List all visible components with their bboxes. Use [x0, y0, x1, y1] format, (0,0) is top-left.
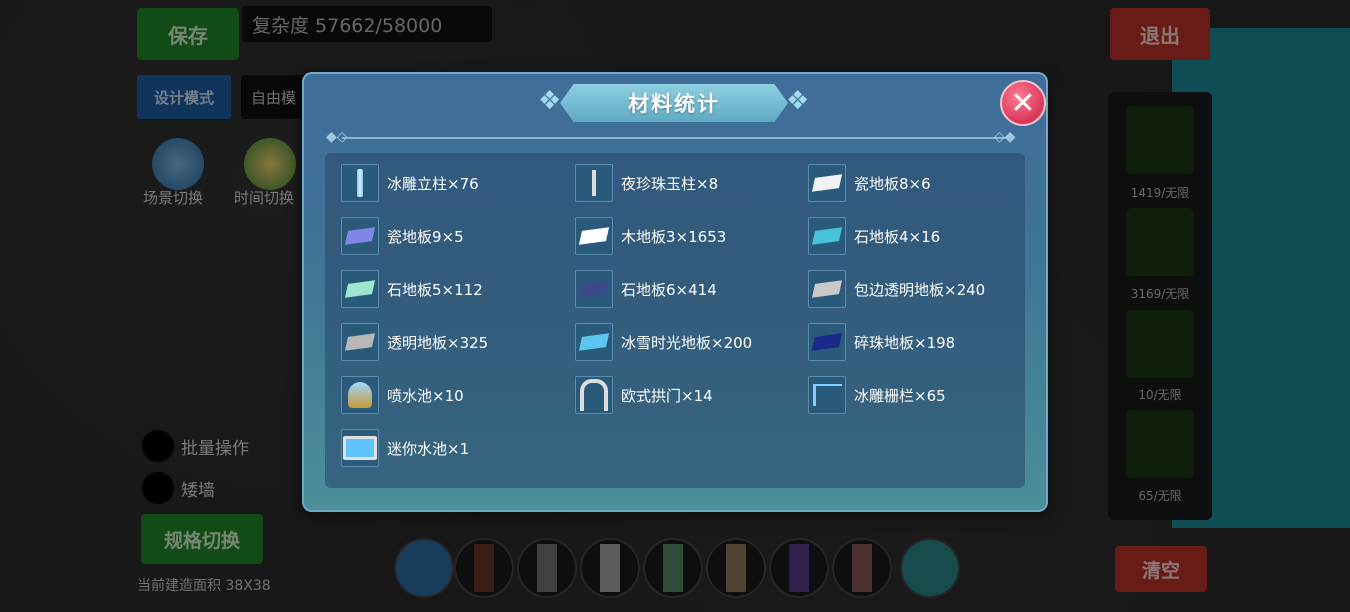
list-item: 瓷地板9×5 [341, 216, 464, 256]
item-label: 欧式拱门×14 [621, 386, 713, 405]
list-item: 石地板4×16 [808, 216, 940, 256]
porcelain-floor-icon [341, 217, 379, 255]
item-label: 迷你水池×1 [387, 439, 470, 458]
glass-floor-icon [341, 323, 379, 361]
item-label: 喷水池×10 [387, 386, 464, 405]
stone-floor-icon [575, 270, 613, 308]
close-button[interactable]: ✕ [1000, 80, 1046, 126]
ice-fence-icon [808, 376, 846, 414]
list-item: 石地板5×112 [341, 269, 483, 309]
item-label: 包边透明地板×240 [854, 280, 986, 299]
list-item: 包边透明地板×240 [808, 269, 985, 309]
list-item: 木地板3×1653 [575, 216, 726, 256]
item-label: 石地板5×112 [387, 280, 483, 299]
list-item: 喷水池×10 [341, 375, 464, 415]
ice-snow-floor-icon [575, 323, 613, 361]
list-item: 石地板6×414 [575, 269, 717, 309]
divider [342, 137, 1008, 139]
pearl-pillar-icon [575, 164, 613, 202]
list-item: 冰雪时光地板×200 [575, 322, 752, 362]
list-item: 透明地板×325 [341, 322, 488, 362]
item-label: 碎珠地板×198 [854, 333, 956, 352]
item-label: 冰雕立柱×76 [387, 174, 479, 193]
list-item: 瓷地板8×6 [808, 163, 931, 203]
list-item: 冰雕立柱×76 [341, 163, 479, 203]
material-stats-dialog: ❖ 材料统计 ❖ ✕ ◆◇ ◇◆ 冰雕立柱×76 夜珍珠玉柱×8 瓷地板8×6 … [302, 72, 1048, 512]
porcelain-floor-icon [808, 164, 846, 202]
title-ornament-left-icon: ❖ [538, 86, 562, 116]
item-label: 瓷地板8×6 [854, 174, 931, 193]
divider-ornament-right-icon: ◇◆ [994, 129, 1016, 145]
wood-floor-icon [575, 217, 613, 255]
item-label: 夜珍珠玉柱×8 [621, 174, 719, 193]
arch-icon [575, 376, 613, 414]
list-item: 欧式拱门×14 [575, 375, 713, 415]
close-icon: ✕ [1010, 85, 1036, 121]
edged-glass-floor-icon [808, 270, 846, 308]
title-ornament-right-icon: ❖ [786, 86, 810, 116]
ice-pillar-icon [341, 164, 379, 202]
stone-floor-icon [808, 217, 846, 255]
list-item: 迷你水池×1 [341, 428, 469, 468]
item-label: 木地板3×1653 [621, 227, 727, 246]
stone-floor-icon [341, 270, 379, 308]
title-banner: 材料统计 [560, 84, 788, 122]
bead-floor-icon [808, 323, 846, 361]
mini-pool-icon [341, 429, 379, 467]
item-label: 透明地板×325 [387, 333, 489, 352]
item-label: 石地板4×16 [854, 227, 941, 246]
material-list: 冰雕立柱×76 夜珍珠玉柱×8 瓷地板8×6 瓷地板9×5 木地板3×1653 … [325, 153, 1025, 488]
item-label: 石地板6×414 [621, 280, 717, 299]
item-label: 瓷地板9×5 [387, 227, 464, 246]
dialog-title: 材料统计 [628, 92, 720, 116]
item-label: 冰雕栅栏×65 [854, 386, 946, 405]
list-item: 夜珍珠玉柱×8 [575, 163, 718, 203]
item-label: 冰雪时光地板×200 [621, 333, 753, 352]
list-item: 碎珠地板×198 [808, 322, 955, 362]
list-item: 冰雕栅栏×65 [808, 375, 946, 415]
fountain-icon [341, 376, 379, 414]
